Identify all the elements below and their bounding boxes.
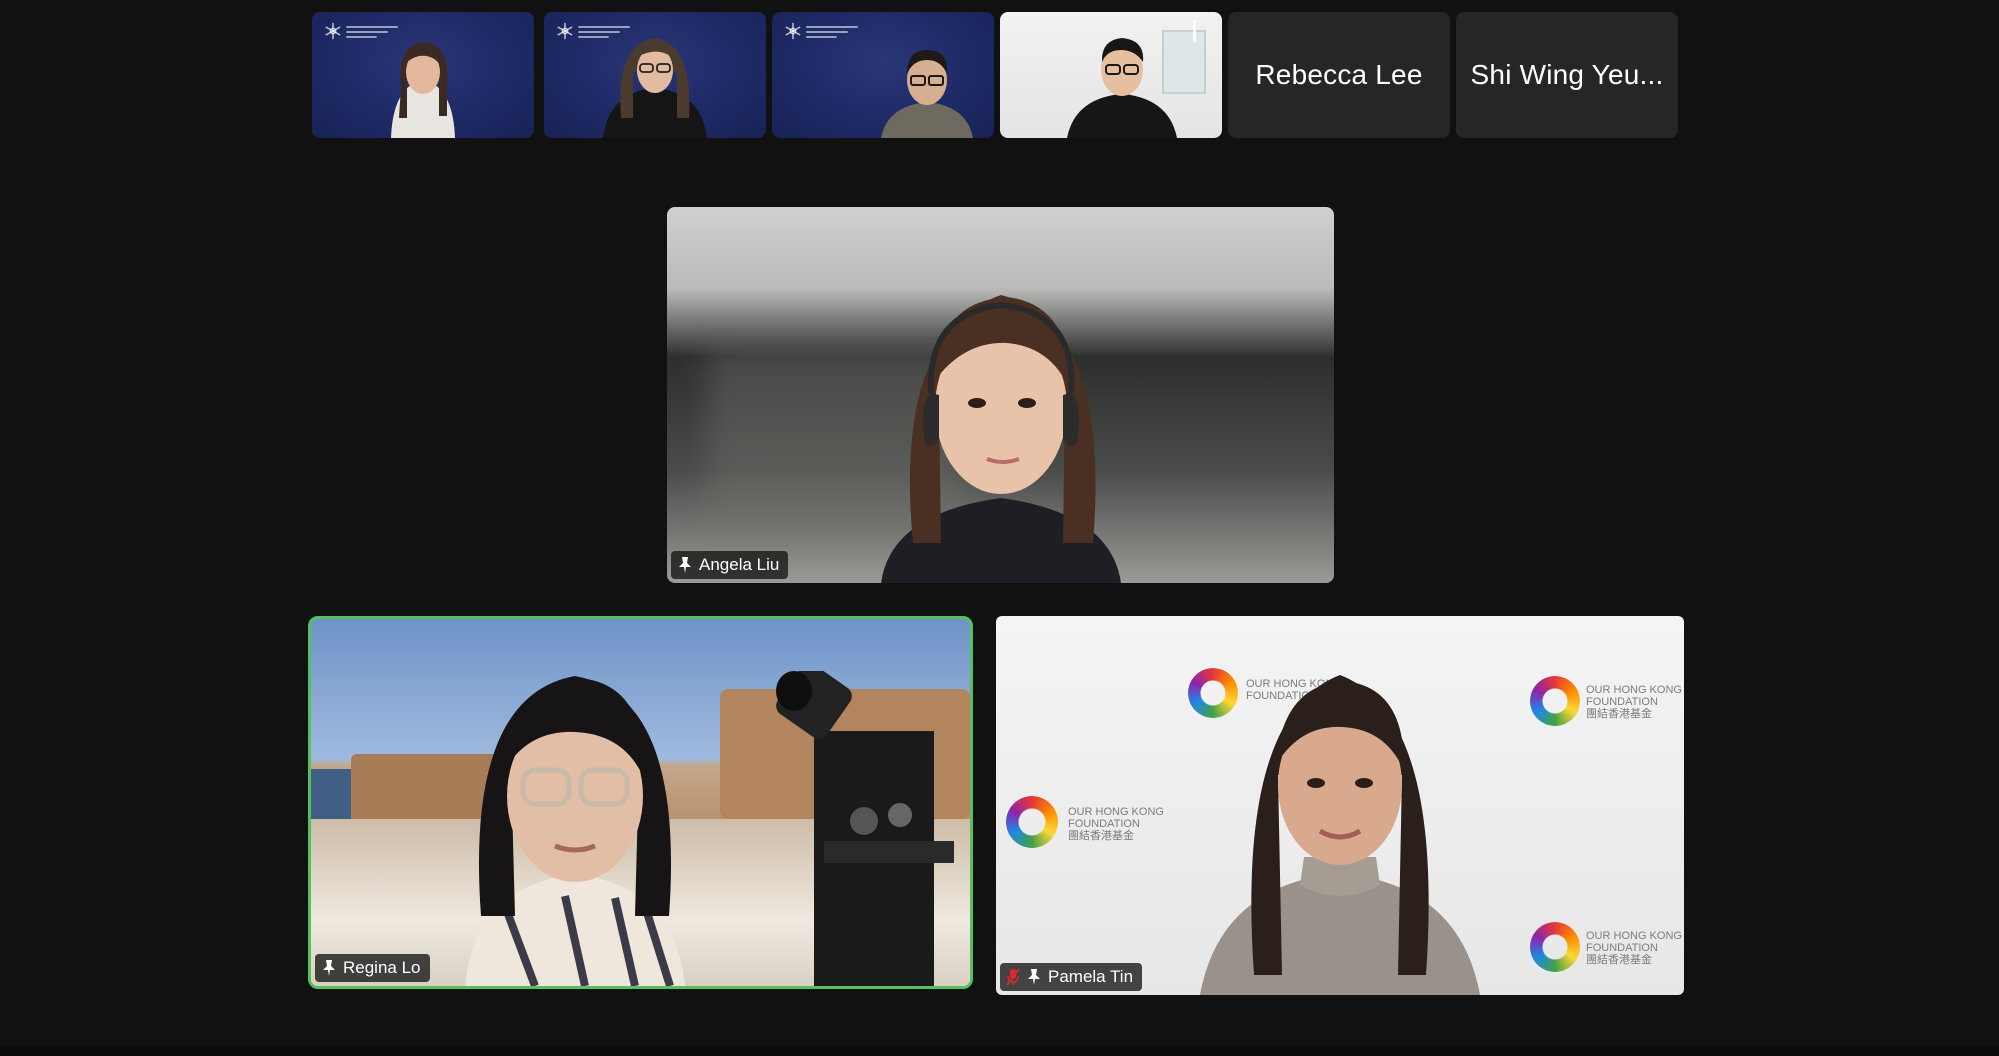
name-tag: Pamela Tin	[1000, 963, 1143, 991]
participant-video	[1200, 675, 1480, 995]
name-tag: Angela Liu	[671, 551, 789, 579]
backdrop-line-2: FOUNDATION	[1586, 942, 1658, 954]
participant-tile-angela-liu[interactable]: Angela Liu	[667, 207, 1334, 583]
meeting-gallery-view: Rebecca Lee Shi Wing Yeu... Angela Liu R…	[0, 0, 1999, 1056]
participant-name: Angela Liu	[699, 555, 780, 574]
name-tag: Regina Lo	[315, 954, 430, 982]
participant-thumbnail-2[interactable]	[544, 12, 766, 138]
backdrop-logo	[1530, 922, 1580, 972]
participant-name: Shi Wing Yeu...	[1470, 59, 1664, 90]
backdrop-line-3: 團結香港基金	[1586, 954, 1652, 966]
participant-video	[464, 676, 685, 986]
participant-name: Pamela Tin	[1048, 967, 1134, 986]
participant-thumbnail-4[interactable]	[1000, 12, 1222, 138]
participant-thumbnail-1[interactable]	[312, 12, 534, 138]
backdrop-logo-text: OUR HONG KONG FOUNDATION 團結香港基金	[1586, 930, 1682, 966]
backdrop-logo	[1530, 676, 1580, 726]
organization-logo-text	[806, 26, 858, 41]
backdrop-logo	[1006, 796, 1058, 848]
snowflake-logo-icon	[325, 22, 341, 40]
backdrop-line-1: OUR HONG KONG	[1586, 930, 1682, 942]
mic-muted-icon	[1006, 968, 1020, 986]
participant-thumbnail-6[interactable]: Shi Wing Yeu...	[1456, 12, 1678, 138]
snowflake-logo-icon	[785, 22, 801, 40]
backdrop-logo-text: OUR HONG KONG FOUNDATION 團結香港基金	[1586, 684, 1682, 720]
backdrop-line-1: OUR HONG KONG	[1586, 684, 1682, 696]
participant-thumbnail-5[interactable]: Rebecca Lee	[1228, 12, 1450, 138]
participant-video	[881, 50, 974, 138]
participant-video	[603, 38, 707, 138]
participant-name: Regina Lo	[343, 958, 421, 977]
participant-video	[1067, 38, 1178, 138]
pin-icon	[323, 960, 335, 976]
participant-tile-regina-lo[interactable]: Regina Lo	[308, 616, 973, 989]
backdrop-line-3: 團結香港基金	[1586, 708, 1652, 720]
backdrop-line-2: FOUNDATION	[1586, 696, 1658, 708]
participant-video	[391, 42, 455, 138]
participant-name: Rebecca Lee	[1255, 59, 1423, 90]
participant-tile-pamela-tin[interactable]: OUR HONG KONG FOUNDATION OUR HONG KONG F…	[996, 616, 1684, 995]
pin-icon	[1028, 969, 1040, 985]
snowflake-logo-icon	[557, 22, 573, 40]
window-bottom-edge	[0, 1046, 1999, 1056]
participant-thumbnail-3[interactable]	[772, 12, 994, 138]
pin-icon	[679, 557, 691, 573]
participant-video	[880, 295, 1121, 583]
